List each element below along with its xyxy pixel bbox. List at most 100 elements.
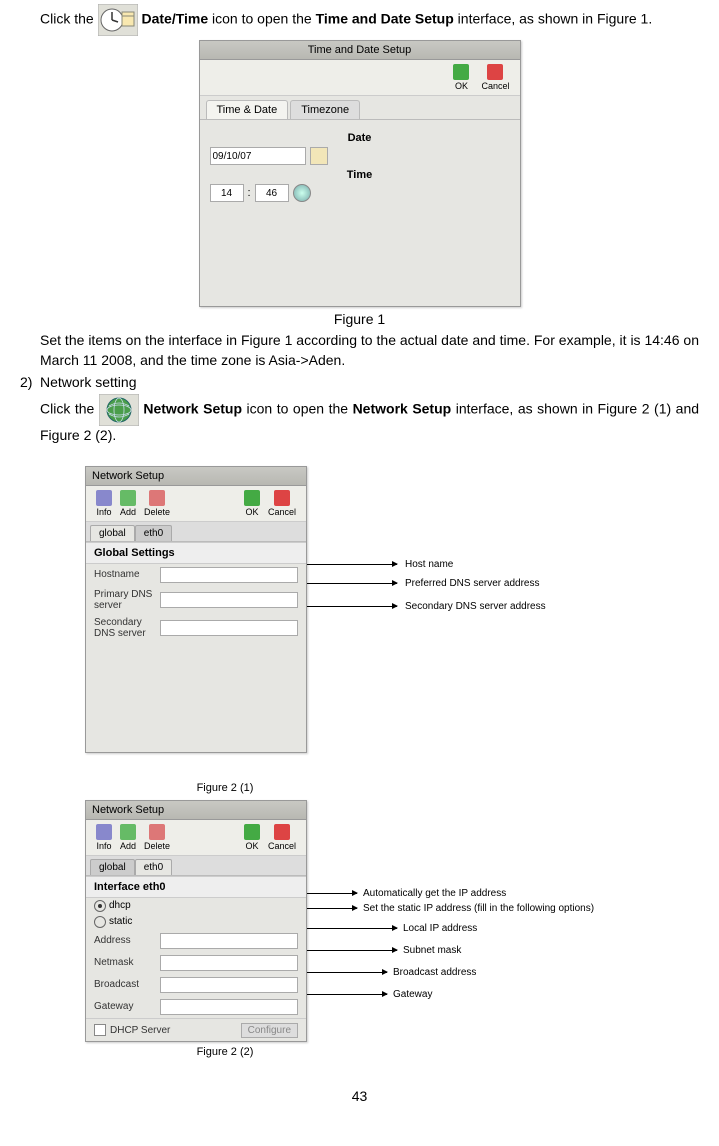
arrow <box>307 564 397 565</box>
address-input[interactable] <box>160 933 298 949</box>
gateway-input[interactable] <box>160 999 298 1015</box>
cancel-icon <box>274 490 290 506</box>
add-button[interactable]: Add <box>116 489 140 518</box>
info-button[interactable]: Info <box>92 489 116 518</box>
tabs: global eth0 <box>86 522 306 542</box>
label: Info <box>96 507 111 517</box>
label: OK <box>455 81 468 91</box>
ok-button[interactable]: OK <box>240 489 264 518</box>
minute-input[interactable] <box>255 184 289 202</box>
text: Time and Date Setup <box>316 11 454 27</box>
annotation: Secondary DNS server address <box>405 601 546 612</box>
arrow <box>307 606 397 607</box>
date-time-icon <box>98 4 138 36</box>
paragraph: Set the items on the interface in Figure… <box>40 331 699 370</box>
tab-global[interactable]: global <box>90 859 135 875</box>
ok-button[interactable]: OK <box>449 63 473 92</box>
netmask-input[interactable] <box>160 955 298 971</box>
time-label: Time <box>210 169 510 181</box>
item-number: 2) <box>20 374 40 390</box>
tab-timezone[interactable]: Timezone <box>290 100 360 119</box>
toolbar: Info Add Delete OK Cancel <box>86 486 306 522</box>
info-icon <box>96 490 112 506</box>
figure2-1-caption: Figure 2 (1) <box>85 782 365 794</box>
tab-eth0[interactable]: eth0 <box>135 525 172 541</box>
section-title: Global Settings <box>86 542 306 564</box>
date-input[interactable] <box>210 147 306 165</box>
primary-dns-input[interactable] <box>160 592 298 608</box>
hostname-label: Hostname <box>94 569 156 580</box>
annotation: Broadcast address <box>393 967 476 978</box>
hour-input[interactable] <box>210 184 244 202</box>
tabs: global eth0 <box>86 856 306 876</box>
arrow <box>307 908 357 909</box>
text: icon to open the <box>212 11 316 27</box>
hostname-input[interactable] <box>160 567 298 583</box>
toolbar: Info Add Delete OK Cancel <box>86 820 306 856</box>
annotation: Subnet mask <box>403 945 461 956</box>
label: Delete <box>144 507 170 517</box>
dhcp-radio-row[interactable]: dhcp <box>86 898 306 914</box>
label: Cancel <box>481 81 509 91</box>
tabs: Time & Date Timezone <box>200 96 520 120</box>
label: Cancel <box>268 507 296 517</box>
cancel-button[interactable]: Cancel <box>264 489 300 518</box>
text: Network Setup <box>353 401 452 417</box>
calendar-icon[interactable] <box>310 147 328 165</box>
figure2-2-caption: Figure 2 (2) <box>85 1046 365 1058</box>
network-setup-dialog-2: Network Setup Info Add Delete OK Cancel … <box>85 800 307 1042</box>
secondary-dns-label: Secondary DNS server <box>94 617 156 639</box>
broadcast-input[interactable] <box>160 977 298 993</box>
radio-checked-icon <box>94 900 106 912</box>
broadcast-label: Broadcast <box>94 979 156 990</box>
arrow <box>307 950 397 951</box>
arrow <box>307 928 397 929</box>
dialog-title: Network Setup <box>86 801 306 820</box>
cancel-icon <box>487 64 503 80</box>
annotation: Set the static IP address (fill in the f… <box>363 903 594 914</box>
cancel-button[interactable]: Cancel <box>264 823 300 852</box>
tab-time-date[interactable]: Time & Date <box>206 100 289 119</box>
tab-global[interactable]: global <box>90 525 135 541</box>
label: OK <box>245 841 258 851</box>
delete-icon <box>149 824 165 840</box>
page-number: 43 <box>20 1088 699 1104</box>
text: Click the <box>40 11 98 27</box>
radio-icon <box>94 916 106 928</box>
list-item: 2) Network setting <box>20 374 699 390</box>
info-icon <box>96 824 112 840</box>
label: OK <box>245 507 258 517</box>
secondary-dns-input[interactable] <box>160 620 298 636</box>
annotation: Preferred DNS server address <box>405 578 540 589</box>
add-button[interactable]: Add <box>116 823 140 852</box>
text: interface, as shown in Figure 1. <box>458 11 653 27</box>
text: Date/Time <box>141 11 208 27</box>
date-label: Date <box>210 132 510 144</box>
time-date-dialog: Time and Date Setup OK Cancel Time & Dat… <box>199 40 521 307</box>
label: Add <box>120 507 136 517</box>
delete-button[interactable]: Delete <box>140 823 174 852</box>
label: Delete <box>144 841 170 851</box>
annotation: Local IP address <box>403 923 477 934</box>
cancel-button[interactable]: Cancel <box>477 63 513 92</box>
static-radio-row[interactable]: static <box>86 914 306 930</box>
annotation: Automatically get the IP address <box>363 888 506 899</box>
figure1-caption: Figure 1 <box>20 311 699 327</box>
dhcp-server-checkbox[interactable] <box>94 1024 106 1036</box>
check-icon <box>453 64 469 80</box>
ok-button[interactable]: OK <box>240 823 264 852</box>
arrow <box>307 893 357 894</box>
label: Cancel <box>268 841 296 851</box>
delete-button[interactable]: Delete <box>140 489 174 518</box>
annotation: Host name <box>405 559 453 570</box>
add-icon <box>120 824 136 840</box>
primary-dns-label: Primary DNS server <box>94 589 156 611</box>
world-icon[interactable] <box>293 184 311 202</box>
address-label: Address <box>94 935 156 946</box>
info-button[interactable]: Info <box>92 823 116 852</box>
configure-button[interactable]: Configure <box>241 1023 298 1038</box>
add-icon <box>120 490 136 506</box>
tab-eth0[interactable]: eth0 <box>135 859 172 875</box>
label: Info <box>96 841 111 851</box>
dialog-title: Time and Date Setup <box>200 41 520 60</box>
